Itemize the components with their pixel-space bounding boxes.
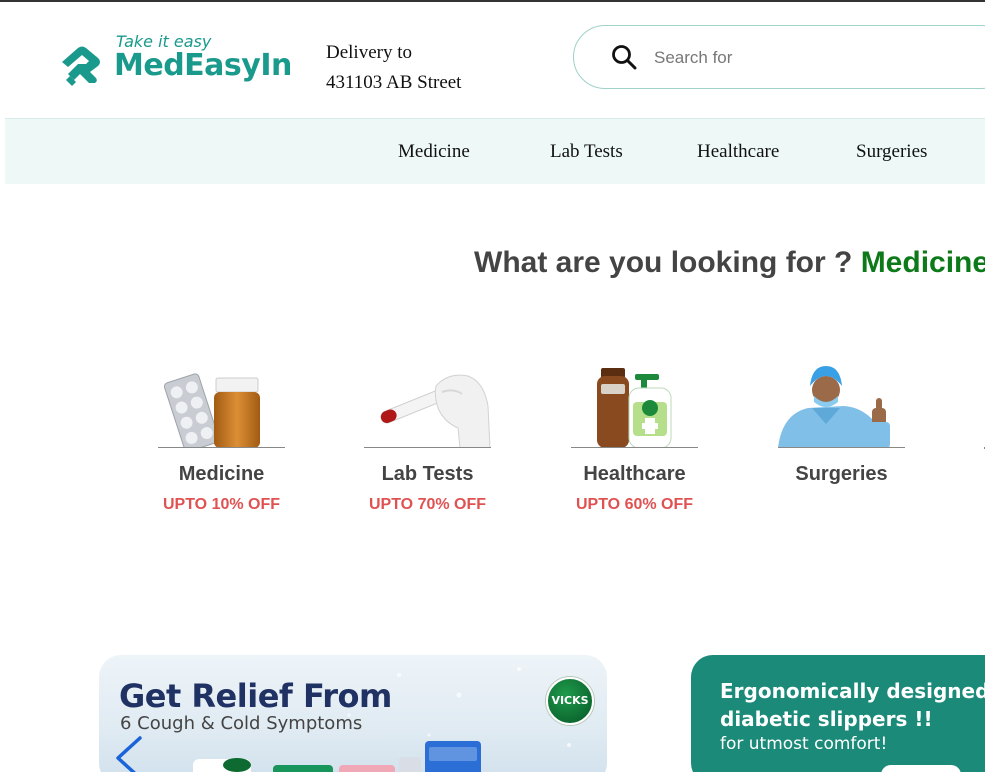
delivery-address: 431103 AB Street bbox=[326, 72, 462, 93]
logo-name: MedEasyIn bbox=[114, 48, 292, 83]
category-title: Healthcare bbox=[583, 463, 686, 485]
nav-item-lab-tests[interactable]: Lab Tests bbox=[550, 141, 623, 163]
category-offer: UPTO 70% OFF bbox=[368, 496, 487, 513]
category-card-medicine[interactable]: Medicine UPTO 10% OFF bbox=[158, 362, 285, 514]
vicks-brand-logo: VICKS bbox=[546, 677, 594, 725]
surgeon-icon bbox=[778, 362, 905, 448]
delivery-location[interactable]: Delivery to 431103 AB Street bbox=[326, 38, 461, 98]
banner-title: Get Relief From bbox=[119, 677, 392, 715]
category-offer: UPTO 10% OFF bbox=[162, 496, 281, 513]
nav-item-medicine[interactable]: Medicine bbox=[398, 141, 470, 163]
top-border bbox=[0, 0, 985, 2]
medicine-icon bbox=[158, 362, 285, 448]
category-card-healthcare[interactable]: Healthcare UPTO 60% OFF bbox=[571, 362, 698, 514]
search-bar[interactable] bbox=[573, 25, 985, 89]
category-card-surgeries[interactable]: Surgeries bbox=[778, 362, 905, 496]
promo-banner-diabetic-slippers[interactable]: Ergonomically designed diabetic slippers… bbox=[691, 655, 985, 772]
banner-title-line-2: diabetic slippers !! bbox=[720, 707, 933, 731]
main-nav: Medicine Lab Tests Healthcare Surgeries bbox=[5, 118, 985, 184]
lab-test-tube-icon bbox=[364, 362, 491, 448]
category-card-lab-tests[interactable]: Lab Tests UPTO 70% OFF bbox=[364, 362, 491, 514]
nav-item-surgeries[interactable]: Surgeries bbox=[856, 141, 927, 163]
brand-logo[interactable]: Take it easy MedEasyIn bbox=[56, 32, 306, 92]
banner-cta-pill[interactable] bbox=[881, 765, 961, 772]
section-heading-accent: Medicine bbox=[860, 246, 985, 279]
banner-title-line-1: Ergonomically designed bbox=[720, 679, 985, 703]
category-offer: UPTO 60% OFF bbox=[575, 496, 694, 513]
section-heading-prefix: What are you looking for ? bbox=[474, 246, 853, 279]
nav-item-healthcare[interactable]: Healthcare bbox=[697, 141, 779, 163]
section-heading: What are you looking for ? Medicine bbox=[474, 246, 985, 280]
carousel-prev-arrow-icon[interactable] bbox=[110, 736, 150, 772]
category-title: Medicine bbox=[178, 463, 265, 485]
search-input[interactable] bbox=[654, 46, 954, 70]
delivery-label: Delivery to bbox=[326, 42, 413, 63]
search-icon[interactable] bbox=[610, 43, 638, 71]
healthcare-products-icon bbox=[571, 362, 698, 448]
category-title: Surgeries bbox=[795, 463, 888, 485]
vicks-products-icon bbox=[193, 741, 481, 772]
banner-subtitle: for utmost comfort! bbox=[720, 734, 888, 754]
category-title: Lab Tests bbox=[381, 463, 474, 485]
logo-mark-icon bbox=[62, 46, 100, 86]
promo-banner-vicks[interactable]: Get Relief From 6 Cough & Cold Symptoms … bbox=[99, 655, 607, 772]
